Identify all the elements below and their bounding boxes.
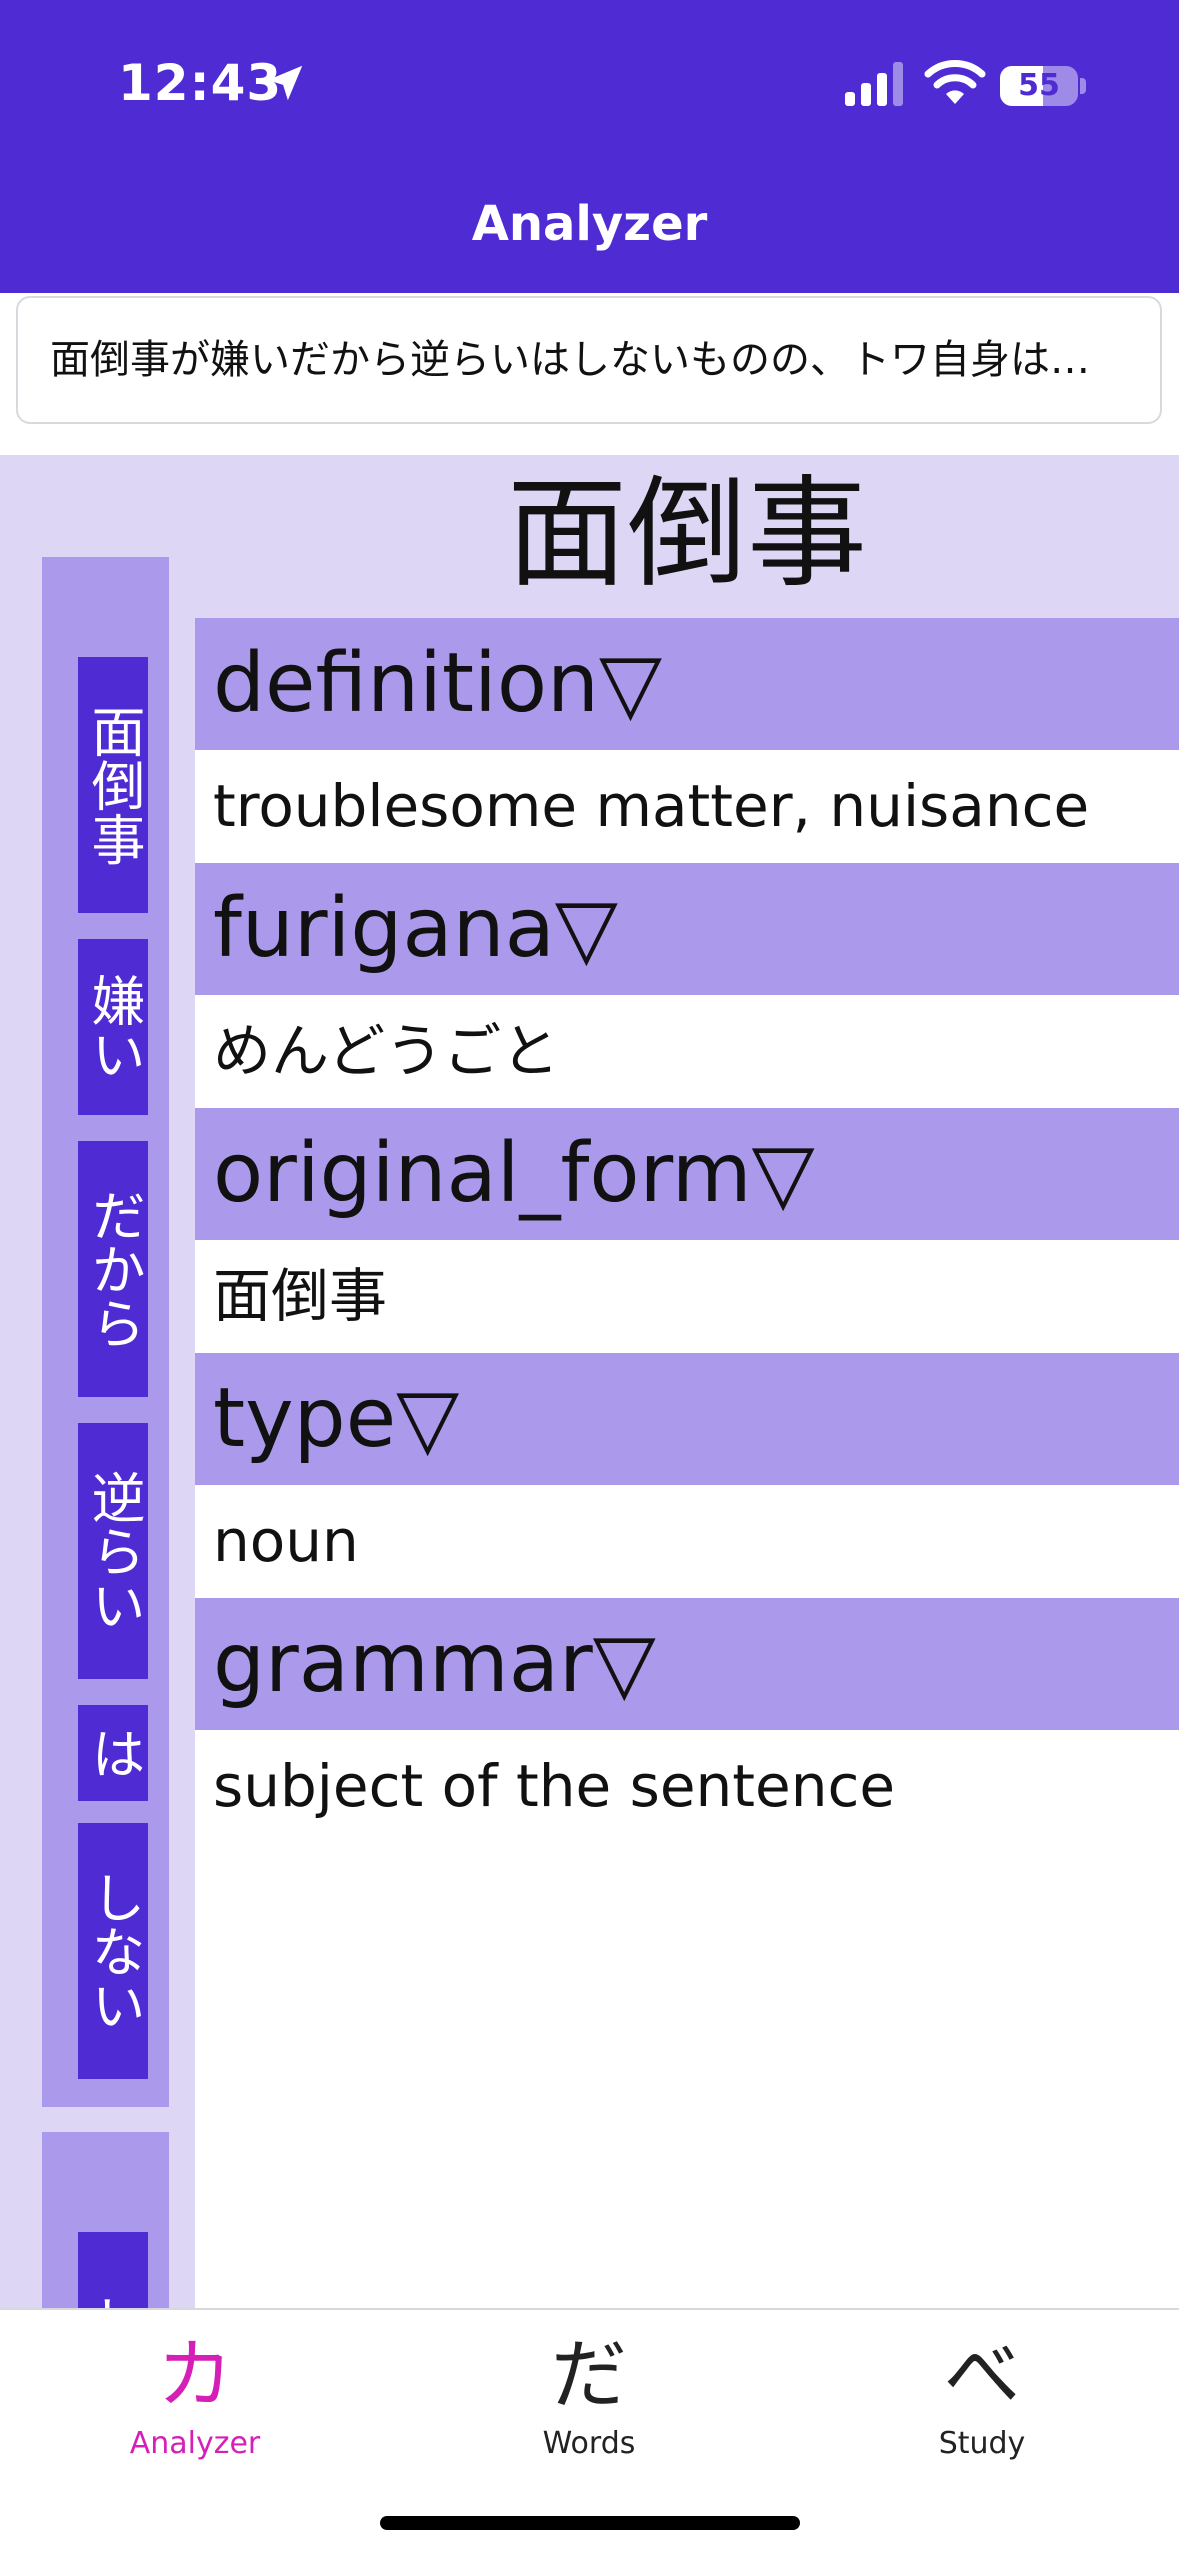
tab-words[interactable]: だ Words	[439, 2330, 739, 2461]
token-button[interactable]: だから	[78, 1141, 148, 1397]
sentence-input[interactable]: 面倒事が嫌いだから逆らいはしないものの、トワ自身は…	[16, 296, 1162, 424]
grammar-header[interactable]: grammar▽	[195, 1598, 1179, 1730]
token-button[interactable]: 嫌い	[78, 939, 148, 1115]
location-arrow-icon	[267, 65, 303, 101]
page-title: Analyzer	[471, 196, 708, 252]
definition-value: troublesome matter, nuisance	[195, 750, 1179, 862]
battery-cap	[1080, 78, 1086, 94]
token-column: 面倒事 嫌い だから 逆らい は しない	[42, 557, 169, 2107]
token-button[interactable]: しない	[78, 1823, 148, 2079]
tab-study[interactable]: べ Study	[832, 2330, 1132, 2461]
wifi-icon	[924, 60, 986, 104]
analysis-area: 面倒事 面倒事 嫌い だから 逆らい は しない ト definition▽ t…	[0, 455, 1179, 2308]
token-button[interactable]: は	[78, 1705, 148, 1801]
grammar-value: subject of the sentence	[195, 1730, 1179, 1842]
header: 12:43 55 Analyzer	[0, 0, 1179, 293]
katakana-ka-icon: カ	[157, 2330, 233, 2419]
definition-header[interactable]: definition▽	[195, 618, 1179, 750]
type-value: noun	[195, 1485, 1179, 1597]
word-title: 面倒事	[507, 465, 867, 604]
tab-label: Study	[938, 2426, 1026, 2461]
hiragana-da-icon: だ	[551, 2330, 627, 2419]
home-indicator	[380, 2516, 800, 2530]
cellular-signal-icon	[845, 62, 903, 106]
tab-label: Words	[542, 2426, 636, 2461]
hiragana-be-icon: べ	[944, 2330, 1020, 2419]
original-form-header[interactable]: original_form▽	[195, 1108, 1179, 1240]
type-header[interactable]: type▽	[195, 1353, 1179, 1485]
battery-level: 55	[1018, 68, 1060, 103]
token-column: ト	[42, 2132, 169, 2308]
tab-analyzer[interactable]: カ Analyzer	[45, 2330, 345, 2461]
furigana-header[interactable]: furigana▽	[195, 863, 1179, 995]
battery-icon: 55	[1000, 66, 1078, 106]
token-button[interactable]: ト	[77, 2232, 148, 2308]
token-button[interactable]: 逆らい	[78, 1423, 148, 1679]
status-time: 12:43	[118, 54, 283, 112]
original-form-value: 面倒事	[195, 1240, 1179, 1352]
token-button[interactable]: 面倒事	[78, 657, 148, 913]
tab-label: Analyzer	[129, 2426, 261, 2461]
furigana-value: めんどうごと	[195, 995, 1179, 1107]
